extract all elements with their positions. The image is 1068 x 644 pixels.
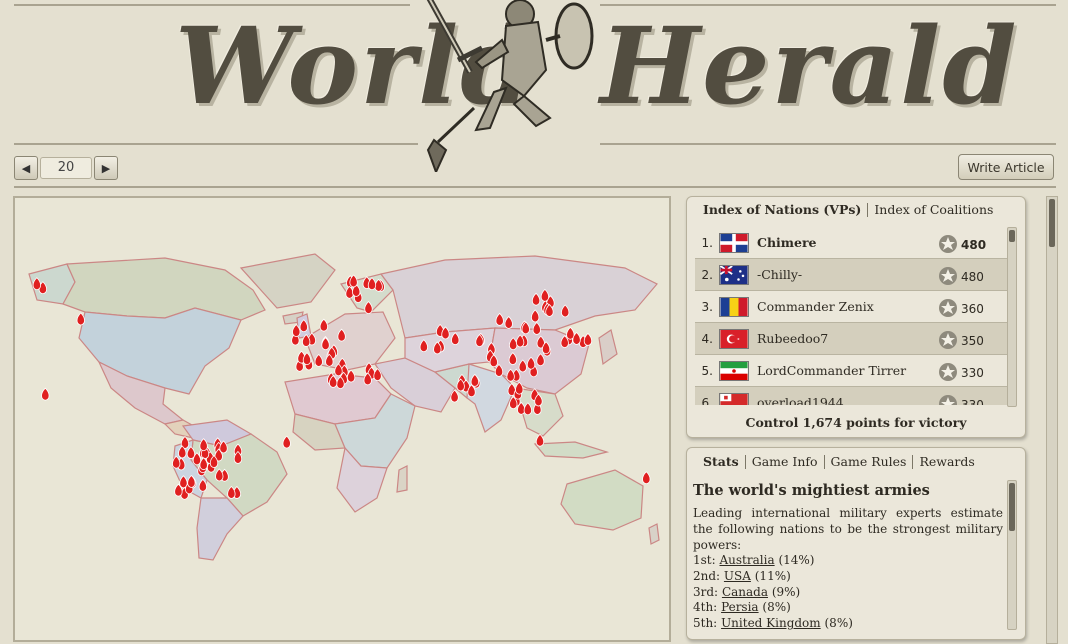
info-panel: Stats Game Info Game Rules Rewards The w… xyxy=(686,447,1026,640)
tab-stats[interactable]: Stats xyxy=(697,455,746,469)
next-day-button[interactable]: ▶ xyxy=(94,156,118,180)
army-ranking-item: 3rd: Canada (9%) xyxy=(693,585,1003,601)
army-rank-place: 4th: xyxy=(693,600,718,615)
victory-condition: Control 1,674 points for victory xyxy=(745,415,967,430)
country-link[interactable]: Australia xyxy=(720,553,775,567)
nations-scrollbar[interactable] xyxy=(1007,227,1017,407)
victory-point-star-icon xyxy=(939,235,957,253)
nation-row[interactable]: 3. Commander Zenix 360 xyxy=(695,291,1009,323)
army-ranking-item: 1st: Australia (14%) xyxy=(693,553,1003,569)
australia-flag-icon xyxy=(719,264,749,285)
tab-game-rules[interactable]: Game Rules xyxy=(825,455,914,469)
tab-game-info[interactable]: Game Info xyxy=(746,455,825,469)
nation-rank: 6. xyxy=(701,395,713,406)
region-new-zealand[interactable] xyxy=(648,523,660,545)
country-link[interactable]: United Kingdom xyxy=(721,616,821,630)
day-number-field[interactable]: 20 xyxy=(40,157,92,179)
stats-title: The world's mightiest armies xyxy=(693,482,930,499)
nation-row[interactable]: 4. Rubeedoo7 350 xyxy=(695,323,1009,355)
nation-row[interactable]: 1. Chimere 480 xyxy=(695,227,1009,259)
romania-flag-icon xyxy=(719,296,749,317)
army-rank-share: (8%) xyxy=(824,616,853,631)
tab-index-of-coalitions[interactable]: Index of Coalitions xyxy=(868,203,999,217)
nation-rank: 5. xyxy=(701,363,713,378)
army-rank-place: 5th: xyxy=(693,616,718,631)
nations-list: 1. Chimere 480 2. -Chilly- 480 3. Comman… xyxy=(695,227,1009,405)
nation-rank: 3. xyxy=(701,299,713,314)
page-scrollbar-thumb[interactable] xyxy=(1049,199,1055,247)
army-ranking-item: 2nd: USA (11%) xyxy=(693,569,1003,585)
header-divider xyxy=(14,186,1056,188)
world-map-canvas[interactable] xyxy=(15,198,669,640)
stats-scrollbar[interactable] xyxy=(1007,480,1017,630)
tab-rewards[interactable]: Rewards xyxy=(913,455,980,469)
army-rank-place: 3rd: xyxy=(693,584,719,599)
nations-ranking-panel: Index of Nations (VPs) Index of Coalitio… xyxy=(686,196,1026,438)
nation-rank: 4. xyxy=(701,331,713,346)
stats-content: The world's mightiest armies Leading int… xyxy=(693,482,1003,634)
army-rank-place: 1st: xyxy=(693,553,716,567)
stats-scrollbar-thumb[interactable] xyxy=(1009,483,1015,531)
nation-row[interactable]: 6. overload1944 330 xyxy=(695,387,1009,405)
info-tabs: Stats Game Info Game Rules Rewards xyxy=(687,448,1025,476)
nation-rank: 1. xyxy=(701,235,713,250)
nation-points: 480 xyxy=(961,238,987,252)
nation-points: 480 xyxy=(961,270,984,284)
country-link[interactable]: Persia xyxy=(721,600,759,614)
victory-point-star-icon xyxy=(939,395,957,405)
nation-points: 330 xyxy=(961,366,984,380)
triangle-right-icon: ▶ xyxy=(101,161,111,175)
army-rank-place: 2nd: xyxy=(693,568,721,583)
army-ranking-item: 5th: United Kingdom (8%) xyxy=(693,616,1003,632)
nation-row[interactable]: 2. -Chilly- 480 xyxy=(695,259,1009,291)
victory-point-star-icon xyxy=(939,267,957,285)
previous-day-button[interactable]: ◀ xyxy=(14,156,38,180)
masthead-title-right: Herald xyxy=(600,3,1019,128)
ranking-tabs: Index of Nations (VPs) Index of Coalitio… xyxy=(687,197,1025,223)
tab-index-of-nations[interactable]: Index of Nations (VPs) xyxy=(697,203,869,217)
victory-point-star-icon xyxy=(939,299,957,317)
masthead-rule-bottom-left xyxy=(14,143,418,145)
army-rank-share: (11%) xyxy=(754,568,791,583)
nations-scrollbar-thumb[interactable] xyxy=(1009,230,1015,242)
stats-intro: Leading international military experts e… xyxy=(693,506,1003,552)
turkey-flag-icon xyxy=(719,328,749,349)
red-flag-icon xyxy=(719,392,749,405)
nation-rank: 2. xyxy=(701,267,713,282)
dominican-republic-flag-icon xyxy=(719,232,749,253)
nation-points: 350 xyxy=(961,334,984,348)
nation-points: 360 xyxy=(961,302,984,316)
day-pager: ◀ 20 ▶ xyxy=(14,156,118,180)
write-article-button[interactable]: Write Article xyxy=(958,154,1054,180)
country-link[interactable]: USA xyxy=(724,569,751,583)
army-rank-share: (8%) xyxy=(762,600,791,615)
iran-flag-icon xyxy=(719,360,749,381)
region-madagascar[interactable] xyxy=(396,465,408,493)
army-rank-share: (9%) xyxy=(771,584,801,599)
nation-row[interactable]: 5. LordCommander Tirrer 330 xyxy=(695,355,1009,387)
country-link[interactable]: Canada xyxy=(722,585,768,599)
army-ranking-item: 4th: Persia (8%) xyxy=(693,600,1003,616)
army-rank-share: (14%) xyxy=(778,553,815,567)
masthead: World Herald xyxy=(0,0,1068,190)
world-map[interactable] xyxy=(13,196,671,642)
page-scrollbar[interactable] xyxy=(1046,196,1058,644)
victory-point-star-icon xyxy=(939,363,957,381)
triangle-left-icon: ◀ xyxy=(21,161,31,175)
nation-points: 330 xyxy=(961,398,984,405)
masthead-rule-bottom-right xyxy=(600,143,1056,145)
victory-point-star-icon xyxy=(939,331,957,349)
warrior-emblem-icon xyxy=(426,0,594,172)
